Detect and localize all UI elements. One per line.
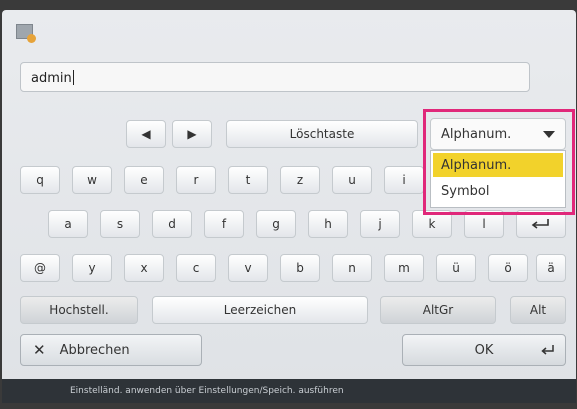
key-label: t xyxy=(245,173,251,187)
key-label: y xyxy=(88,261,96,275)
key-label: u xyxy=(348,173,356,187)
text-caret xyxy=(72,70,74,85)
key-e[interactable]: e xyxy=(124,166,164,194)
key-m[interactable]: m xyxy=(384,254,424,282)
status-bar: Einstelländ. anwenden über Einstellungen… xyxy=(2,379,576,403)
status-text: Einstelländ. anwenden über Einstellungen… xyxy=(70,386,344,396)
key-g[interactable]: g xyxy=(256,210,296,238)
key-label: AltGr xyxy=(422,303,454,317)
key-v[interactable]: v xyxy=(228,254,268,282)
key-b[interactable]: b xyxy=(280,254,320,282)
key-label: q xyxy=(36,173,44,187)
key-label: i xyxy=(402,173,406,187)
alt-key[interactable]: Alt xyxy=(510,296,566,324)
key-label: g xyxy=(272,217,280,231)
key-label: Alt xyxy=(529,303,547,317)
input-mode-menu: Alphanum. Symbol xyxy=(430,150,566,208)
right-arrow-icon: ▶ xyxy=(187,127,197,141)
key-label: Hochstell. xyxy=(49,303,109,317)
enter-icon xyxy=(541,345,554,355)
key-s[interactable]: s xyxy=(100,210,140,238)
cursor-left-button[interactable]: ◀ xyxy=(126,120,166,148)
key-k[interactable]: k xyxy=(412,210,452,238)
shift-key[interactable]: Hochstell. xyxy=(20,296,138,324)
cancel-button[interactable]: ✕ Abbrechen xyxy=(20,334,202,366)
key-label: ü xyxy=(452,261,460,275)
chevron-down-icon xyxy=(543,131,555,138)
cursor-right-button[interactable]: ▶ xyxy=(172,120,212,148)
key-r[interactable]: r xyxy=(176,166,216,194)
key-n[interactable]: n xyxy=(332,254,372,282)
key-label: s xyxy=(116,217,124,231)
cancel-label: Abbrechen xyxy=(59,342,130,358)
key-label: @ xyxy=(34,261,46,275)
menu-item-label: Symbol xyxy=(441,183,490,199)
key-y[interactable]: y xyxy=(72,254,112,282)
key-label: z xyxy=(296,173,304,187)
key-a-umlaut[interactable]: ä xyxy=(536,254,566,282)
key-label: m xyxy=(398,261,410,275)
key-u-umlaut[interactable]: ü xyxy=(436,254,476,282)
key-label: ö xyxy=(504,261,512,275)
menu-item-alphanum[interactable]: Alphanum. xyxy=(433,153,563,177)
key-label: l xyxy=(482,217,486,231)
key-z[interactable]: z xyxy=(280,166,320,194)
left-arrow-icon: ◀ xyxy=(141,127,151,141)
key-label: j xyxy=(378,217,382,231)
delete-button[interactable]: Löschtaste xyxy=(226,120,418,148)
close-icon: ✕ xyxy=(33,341,46,359)
key-a[interactable]: a xyxy=(48,210,88,238)
touch-screen: admin ◀ ▶ Löschtaste q w e r t z u i a s… xyxy=(2,10,576,398)
key-at[interactable]: @ xyxy=(20,254,60,282)
delete-label: Löschtaste xyxy=(289,127,355,141)
key-l[interactable]: l xyxy=(464,210,504,238)
key-t[interactable]: t xyxy=(228,166,268,194)
key-label: ä xyxy=(547,261,555,275)
menu-item-label: Alphanum. xyxy=(441,157,512,173)
enter-icon xyxy=(531,219,549,229)
key-d[interactable]: d xyxy=(152,210,192,238)
key-u[interactable]: u xyxy=(332,166,372,194)
key-label: k xyxy=(428,217,436,231)
keyboard-app-icon xyxy=(16,24,36,44)
key-label: f xyxy=(221,217,227,231)
menu-item-symbol[interactable]: Symbol xyxy=(433,179,563,203)
altgr-key[interactable]: AltGr xyxy=(380,296,496,324)
space-key[interactable]: Leerzeichen xyxy=(152,296,368,324)
key-label: w xyxy=(87,173,97,187)
text-input[interactable]: admin xyxy=(20,62,530,92)
key-w[interactable]: w xyxy=(72,166,112,194)
input-value: admin xyxy=(31,71,72,86)
key-label: x xyxy=(140,261,148,275)
key-f[interactable]: f xyxy=(204,210,244,238)
key-label: Leerzeichen xyxy=(223,303,297,317)
dropdown-value: Alphanum. xyxy=(441,126,512,142)
key-label: v xyxy=(244,261,252,275)
key-label: r xyxy=(193,173,199,187)
key-c[interactable]: c xyxy=(176,254,216,282)
key-q[interactable]: q xyxy=(20,166,60,194)
key-i[interactable]: i xyxy=(384,166,424,194)
ok-button[interactable]: OK xyxy=(402,334,566,366)
key-label: h xyxy=(324,217,332,231)
key-h[interactable]: h xyxy=(308,210,348,238)
key-label: c xyxy=(192,261,200,275)
key-o-umlaut[interactable]: ö xyxy=(488,254,528,282)
key-label: b xyxy=(296,261,304,275)
key-label: a xyxy=(64,217,72,231)
input-mode-dropdown[interactable]: Alphanum. xyxy=(430,118,566,150)
key-label: d xyxy=(168,217,176,231)
key-j[interactable]: j xyxy=(360,210,400,238)
enter-key[interactable] xyxy=(516,210,566,238)
key-label: n xyxy=(348,261,356,275)
key-x[interactable]: x xyxy=(124,254,164,282)
key-label: e xyxy=(140,173,148,187)
ok-label: OK xyxy=(474,342,494,358)
